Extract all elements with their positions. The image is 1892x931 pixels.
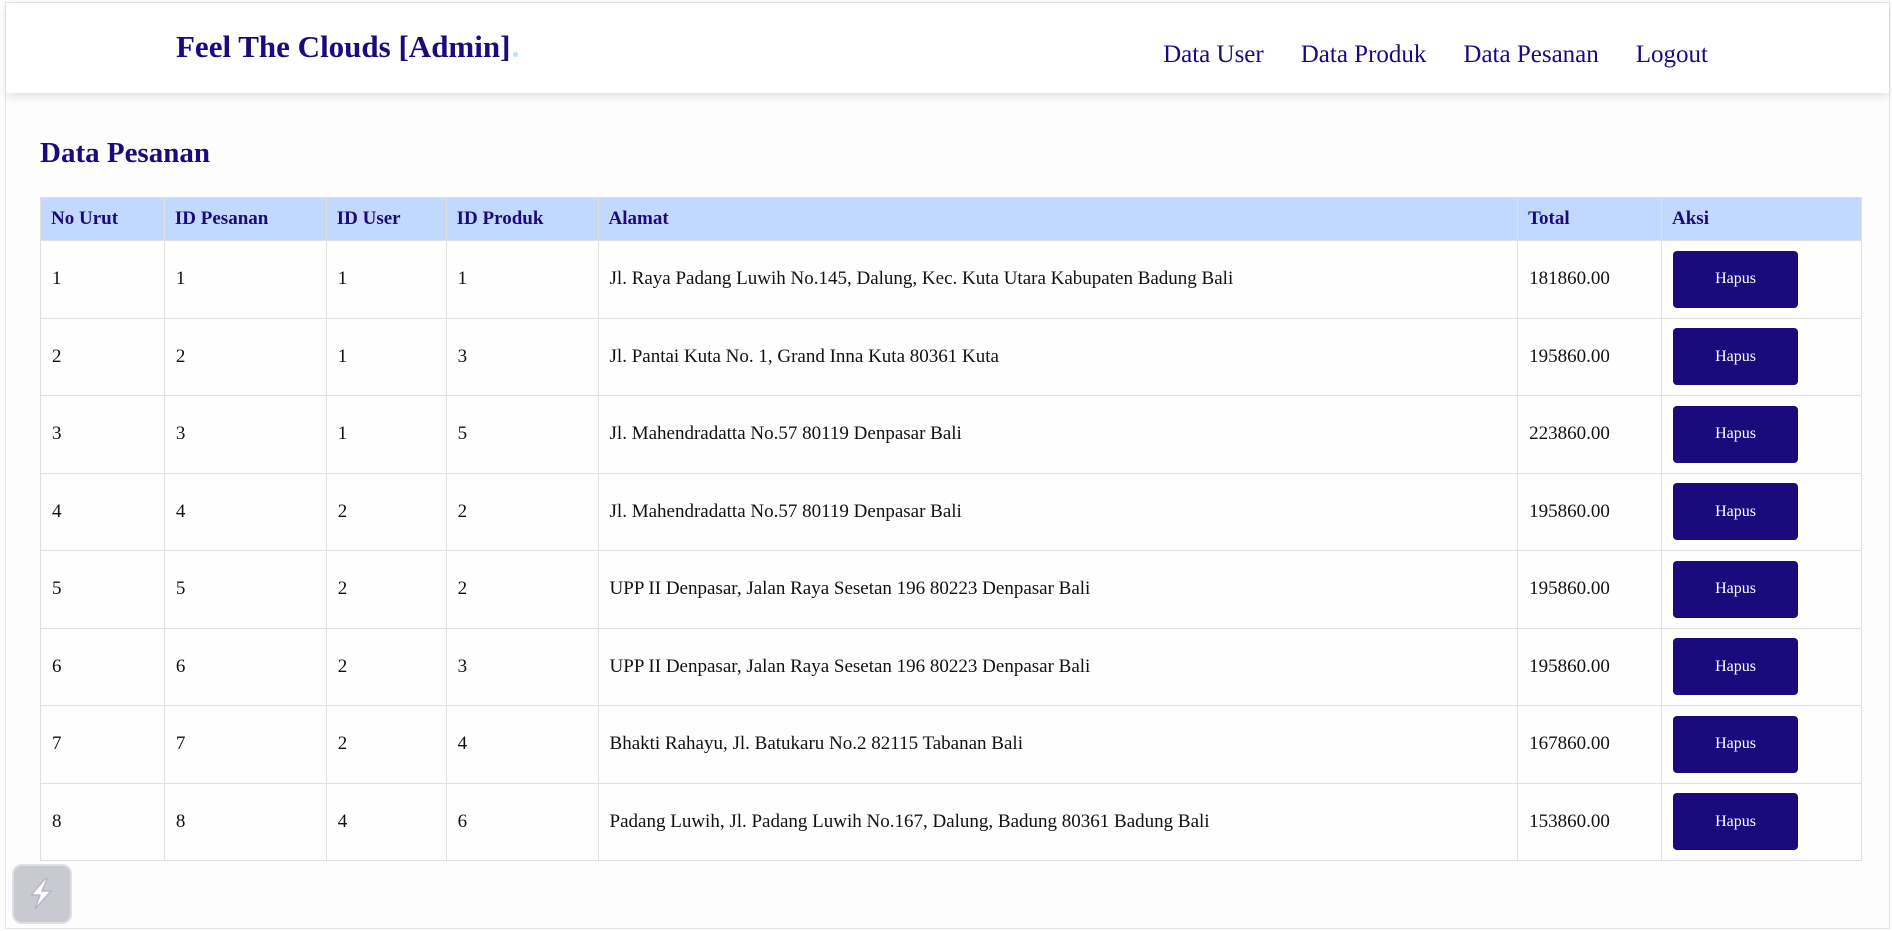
header-total: Total	[1517, 197, 1663, 241]
page-frame: Feel The Clouds [Admin] Data User Data P…	[5, 2, 1890, 929]
cell-id-pesanan: 7	[163, 705, 327, 784]
brand-text: Feel The Clouds [Admin]	[176, 29, 511, 64]
cell-id-pesanan: 2	[163, 317, 327, 396]
cell-aksi: Hapus	[1661, 705, 1862, 784]
cell-total: 195860.00	[1517, 550, 1663, 629]
cell-id-user: 1	[325, 395, 447, 474]
orders-table: No Urut ID Pesanan ID User ID Produk Ala…	[40, 197, 1862, 861]
cell-id-pesanan: 8	[163, 782, 327, 861]
cell-alamat: Jl. Raya Padang Luwih No.145, Dalung, Ke…	[597, 240, 1519, 319]
cell-id-produk: 1	[445, 240, 599, 319]
brand-logo[interactable]: Feel The Clouds [Admin]	[176, 29, 519, 65]
cell-total: 167860.00	[1517, 705, 1663, 784]
cell-id-pesanan: 3	[163, 395, 327, 474]
hapus-button[interactable]: Hapus	[1673, 405, 1799, 463]
cell-id-produk: 3	[445, 317, 599, 396]
cell-id-produk: 4	[445, 705, 599, 784]
hapus-button[interactable]: Hapus	[1673, 715, 1799, 773]
hapus-button[interactable]: Hapus	[1673, 483, 1799, 541]
nav-link-data-user[interactable]: Data User	[1163, 41, 1264, 69]
cell-id-user: 4	[325, 782, 447, 861]
header-id-user: ID User	[325, 197, 447, 241]
cell-aksi: Hapus	[1661, 550, 1862, 629]
cell-alamat: Bhakti Rahayu, Jl. Batukaru No.2 82115 T…	[597, 705, 1519, 784]
hapus-button[interactable]: Hapus	[1673, 250, 1799, 308]
cell-id-user: 2	[325, 550, 447, 629]
header-id-produk: ID Produk	[445, 197, 599, 241]
table-row: 6 6 2 3 UPP II Denpasar, Jalan Raya Sese…	[40, 627, 1862, 706]
table-row: 8 8 4 6 Padang Luwih, Jl. Padang Luwih N…	[40, 782, 1862, 861]
cell-total: 195860.00	[1517, 317, 1663, 396]
table-row: 1 1 1 1 Jl. Raya Padang Luwih No.145, Da…	[40, 240, 1862, 319]
table-row: 2 2 1 3 Jl. Pantai Kuta No. 1, Grand Inn…	[40, 317, 1862, 396]
cell-id-pesanan: 5	[163, 550, 327, 629]
cell-id-user: 2	[325, 627, 447, 706]
cell-aksi: Hapus	[1661, 782, 1862, 861]
table-row: 3 3 1 5 Jl. Mahendradatta No.57 80119 De…	[40, 395, 1862, 474]
cell-no-urut: 7	[40, 705, 165, 784]
nav-link-logout[interactable]: Logout	[1636, 41, 1708, 69]
header-aksi: Aksi	[1661, 197, 1862, 241]
cell-id-pesanan: 1	[163, 240, 327, 319]
cell-id-produk: 3	[445, 627, 599, 706]
hapus-button[interactable]: Hapus	[1673, 638, 1799, 696]
cell-alamat: Jl. Mahendradatta No.57 80119 Denpasar B…	[597, 395, 1519, 474]
corner-widget-button[interactable]	[12, 864, 72, 924]
cell-id-pesanan: 4	[163, 472, 327, 551]
cell-aksi: Hapus	[1661, 395, 1862, 474]
cell-no-urut: 1	[40, 240, 165, 319]
hapus-button[interactable]: Hapus	[1673, 328, 1799, 386]
table-row: 5 5 2 2 UPP II Denpasar, Jalan Raya Sese…	[40, 550, 1862, 629]
cell-no-urut: 4	[40, 472, 165, 551]
table-row: 7 7 2 4 Bhakti Rahayu, Jl. Batukaru No.2…	[40, 705, 1862, 784]
cell-no-urut: 2	[40, 317, 165, 396]
cell-alamat: Jl. Pantai Kuta No. 1, Grand Inna Kuta 8…	[597, 317, 1519, 396]
cell-aksi: Hapus	[1661, 317, 1862, 396]
cell-id-produk: 5	[445, 395, 599, 474]
brand-dot	[513, 52, 519, 57]
table-row: 4 4 2 2 Jl. Mahendradatta No.57 80119 De…	[40, 472, 1862, 551]
header-id-pesanan: ID Pesanan	[163, 197, 327, 241]
cell-alamat: Jl. Mahendradatta No.57 80119 Denpasar B…	[597, 472, 1519, 551]
cell-aksi: Hapus	[1661, 627, 1862, 706]
nav-link-data-pesanan[interactable]: Data Pesanan	[1463, 41, 1598, 69]
cell-id-user: 2	[325, 472, 447, 551]
cell-id-produk: 2	[445, 550, 599, 629]
cell-alamat: UPP II Denpasar, Jalan Raya Sesetan 196 …	[597, 550, 1519, 629]
cell-total: 223860.00	[1517, 395, 1663, 474]
cell-no-urut: 8	[40, 782, 165, 861]
cell-aksi: Hapus	[1661, 240, 1862, 319]
nav-links: Data User Data Produk Data Pesanan Logou…	[1163, 41, 1708, 69]
page-title: Data Pesanan	[40, 137, 210, 169]
cell-no-urut: 6	[40, 627, 165, 706]
header-no-urut: No Urut	[40, 197, 165, 241]
navbar: Feel The Clouds [Admin] Data User Data P…	[6, 3, 1889, 93]
cell-total: 153860.00	[1517, 782, 1663, 861]
cell-id-user: 1	[325, 240, 447, 319]
cell-no-urut: 3	[40, 395, 165, 474]
cell-no-urut: 5	[40, 550, 165, 629]
cell-total: 195860.00	[1517, 627, 1663, 706]
cell-alamat: Padang Luwih, Jl. Padang Luwih No.167, D…	[597, 782, 1519, 861]
cell-aksi: Hapus	[1661, 472, 1862, 551]
cell-total: 181860.00	[1517, 240, 1663, 319]
header-alamat: Alamat	[597, 197, 1519, 241]
cell-alamat: UPP II Denpasar, Jalan Raya Sesetan 196 …	[597, 627, 1519, 706]
cell-id-produk: 2	[445, 472, 599, 551]
lightning-bolt-icon	[30, 878, 52, 910]
nav-link-data-produk[interactable]: Data Produk	[1301, 41, 1427, 69]
cell-id-pesanan: 6	[163, 627, 327, 706]
hapus-button[interactable]: Hapus	[1673, 560, 1799, 618]
cell-id-user: 2	[325, 705, 447, 784]
hapus-button[interactable]: Hapus	[1673, 793, 1799, 851]
table-header-row: No Urut ID Pesanan ID User ID Produk Ala…	[40, 197, 1862, 241]
cell-id-produk: 6	[445, 782, 599, 861]
cell-id-user: 1	[325, 317, 447, 396]
cell-total: 195860.00	[1517, 472, 1663, 551]
